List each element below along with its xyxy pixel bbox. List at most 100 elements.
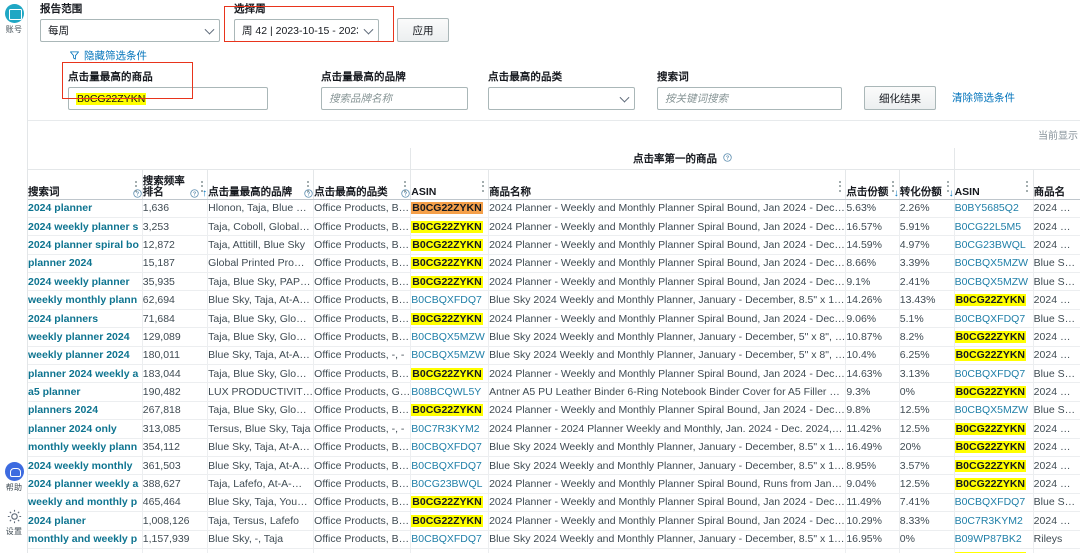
asin-link[interactable]: B0BY5685Q2	[955, 202, 1019, 214]
cell-asin-1[interactable]: B0CG22ZYKN	[410, 217, 489, 237]
asin-link[interactable]: B08BCQWL5Y	[412, 386, 482, 398]
cell-asin-1[interactable]: B0CBQX5MZW	[410, 327, 489, 347]
col-menu-click-share[interactable]	[892, 180, 895, 192]
cell-search-term[interactable]: 2024 planners	[28, 309, 143, 329]
cell-asin-2[interactable]: B0CG22ZYKN	[953, 290, 1034, 310]
top-product-input[interactable]: B0CG22ZYKN	[68, 87, 268, 110]
table-row[interactable]: 2024 weekly planner 35,935 Taja, Blue Sky,…	[28, 272, 1080, 292]
asin-link[interactable]: B0CG22ZYKN	[955, 459, 1026, 472]
asin-link[interactable]: B0CBQX5MZW	[412, 331, 485, 343]
top-category-select[interactable]	[488, 87, 635, 110]
col-header-product-name-2[interactable]: 商品名	[1032, 169, 1080, 200]
cell-asin-2[interactable]: B0CBQX5MZW	[953, 254, 1034, 274]
asin-link[interactable]: B0CG22ZYKN	[955, 330, 1026, 343]
cell-asin-1[interactable]: B0CG23BWQL	[410, 474, 489, 494]
col-header-click-share[interactable]: 点击份额 ↓	[845, 169, 900, 200]
table-row[interactable]: 2024 planner spiral bo 12,872 Taja, Attiti…	[28, 235, 1080, 255]
cell-search-term[interactable]: weekly planner 2024	[28, 346, 143, 366]
cell-asin-1[interactable]: B0CG22ZYKN	[410, 235, 489, 255]
table-row[interactable]: monthly and weekly p 1,157,939 Blue Sky, -…	[28, 530, 1080, 549]
col-header-term[interactable]: 搜索词 ?	[28, 169, 143, 200]
table-row[interactable]: 2024 planer 1,008,126 Taja, Tersus, Lafefo…	[28, 511, 1080, 531]
cell-asin-2[interactable]: B0CBQXFDQ7	[953, 364, 1034, 384]
cell-search-term[interactable]: 2024 planner	[28, 199, 143, 218]
cell-asin-1[interactable]: B0CBQXFDQ7	[410, 456, 489, 476]
asin-link[interactable]: B0CBQX5MZW	[412, 349, 485, 361]
asin-link[interactable]: B0C7R3KYM2	[412, 423, 480, 435]
table-row[interactable]: weekly planner 2024 129,089 Taja, Blue Sky…	[28, 327, 1080, 347]
asin-link[interactable]: B09WP87BK2	[955, 533, 1022, 545]
search-term-input[interactable]: 按关键词搜索	[657, 87, 842, 110]
cell-search-term[interactable]: planner 2024 only	[28, 419, 143, 439]
col-menu-rank[interactable]	[200, 180, 203, 192]
col-menu-category[interactable]	[403, 180, 406, 192]
cell-asin-2[interactable]: B0CBQXFDQ7	[953, 309, 1034, 329]
table-row[interactable]: planner 2024 15,187 Global Printed Pro… Off…	[28, 254, 1080, 274]
cell-asin-1[interactable]: B0CBQXFDQ7	[410, 290, 489, 310]
asin-link[interactable]: B0CBQXFDQ7	[412, 460, 482, 472]
cell-asin-1[interactable]: B0CBQXFDQ7	[410, 530, 489, 549]
col-header-rank[interactable]: 搜索频率排名 ? ↑	[141, 169, 208, 200]
cell-asin-1[interactable]: B0CG22ZYKN	[410, 511, 489, 531]
cell-asin-2[interactable]: B0CG22L5M5	[953, 217, 1034, 237]
cell-search-term[interactable]: planner 2024 weekly a	[28, 364, 143, 384]
cell-search-term[interactable]: planners 2024	[28, 401, 143, 421]
cell-asin-1[interactable]: B0CG22ZYKN	[410, 254, 489, 274]
rail-item-account[interactable]: 账号	[0, 4, 28, 35]
cell-asin-1[interactable]: B0CG22ZYKN	[410, 364, 489, 384]
asin-link[interactable]: B0CG23BWQL	[955, 239, 1026, 251]
refine-results-button[interactable]: 细化结果	[864, 86, 936, 110]
col-header-asin-2[interactable]: ASIN	[953, 169, 1034, 200]
cell-search-term[interactable]: monthly and weekly p	[28, 530, 143, 549]
asin-link[interactable]: B0CBQXFDQ7	[412, 294, 482, 306]
cell-search-term[interactable]: 2024 planer	[28, 511, 143, 531]
asin-link[interactable]: B0CG22ZYKN	[411, 496, 483, 509]
cell-asin-1[interactable]: B0C7R3KYM2	[410, 419, 489, 439]
cell-search-term[interactable]: 2024 planner weekly a	[28, 474, 143, 494]
cell-search-term[interactable]: 2024 weekly planner s	[28, 217, 143, 237]
asin-link[interactable]: B0CBQX5MZW	[955, 257, 1028, 269]
table-row[interactable]: monthly weekly plann 354,112 Blue Sky, Taj…	[28, 438, 1080, 457]
col-menu-brand[interactable]	[306, 180, 309, 192]
table-row[interactable]: planner 2024 weekly a 183,044 Taja, Blue S…	[28, 364, 1080, 384]
asin-link[interactable]: B0CG22ZYKN	[955, 386, 1026, 399]
cell-asin-2[interactable]: B0CBQX5MZW	[953, 401, 1034, 421]
table-row[interactable]: weekly planner 2024 180,011 Blue Sky, Taj…	[28, 346, 1080, 366]
col-header-asin-1[interactable]: ASIN	[410, 169, 489, 200]
asin-link[interactable]: B0CG22L5M5	[955, 221, 1021, 233]
rail-item-help[interactable]: 帮助	[0, 462, 28, 493]
rail-item-settings[interactable]: 设置	[0, 508, 28, 537]
cell-asin-2[interactable]: B0CG22ZYKN	[953, 327, 1034, 347]
col-menu-conversion-share[interactable]	[947, 180, 950, 192]
table-row[interactable]: 2024 planner 1,636 Hlonon, Taja, Blue … Off…	[28, 199, 1080, 218]
asin-link[interactable]: B0CG22ZYKN	[411, 220, 483, 233]
cell-asin-1[interactable]: B0CG22ZYKN	[410, 199, 489, 218]
cell-asin-2[interactable]: B0CG22ZYKN	[953, 438, 1034, 457]
cell-search-term[interactable]: 2024 weekly planner	[28, 272, 143, 292]
report-range-select[interactable]: 每周	[40, 19, 220, 42]
cell-search-term[interactable]: monthly weekly plann	[28, 438, 143, 457]
cell-asin-2[interactable]: B0CG22ZYKN	[953, 346, 1034, 366]
cell-search-term[interactable]: monthly and weekly p	[28, 548, 143, 553]
cell-search-term[interactable]: 2024 planner spiral bo	[28, 235, 143, 255]
table-row[interactable]: planners 2024 267,818 Taja, Blue Sky, Glo……	[28, 401, 1080, 421]
cell-asin-1[interactable]: B0CBQXFDQ7	[410, 548, 489, 553]
top-brand-input[interactable]: 搜索品牌名称	[321, 87, 468, 110]
table-row[interactable]: weekly monthly plann 62,694 Blue Sky, Taja…	[28, 290, 1080, 310]
col-menu-product-name-1[interactable]	[838, 180, 841, 192]
asin-link[interactable]: B0CG22ZYKN	[411, 238, 483, 251]
cell-asin-2[interactable]: B0CG23BWQL	[953, 235, 1034, 255]
asin-link[interactable]: B0CBQXFDQ7	[412, 441, 482, 453]
cell-asin-1[interactable]: B0CBQX5MZW	[410, 346, 489, 366]
cell-asin-2[interactable]: B0BY5685Q2	[953, 199, 1034, 218]
table-row[interactable]: weekly and monthly p 465,464 Blue Sky, Taj…	[28, 493, 1080, 513]
asin-link[interactable]: B0CBQXFDQ7	[412, 533, 482, 545]
table-row[interactable]: 2024 planner weekly a 388,627 Taja, Lafefo…	[28, 474, 1080, 494]
cell-asin-1[interactable]: B0CBQXFDQ7	[410, 438, 489, 457]
table-row[interactable]: a5 planner 190,482 LUX PRODUCTIVIT… Office …	[28, 382, 1080, 402]
asin-link[interactable]: B0CBQXFDQ7	[955, 313, 1025, 325]
asin-link[interactable]: B0CG22ZYKN	[955, 349, 1026, 362]
col-header-category[interactable]: 点击最高的品类 ?	[313, 169, 411, 200]
table-row[interactable]: planner 2024 only 313,085 Tersus, Blue Sky…	[28, 419, 1080, 439]
asin-link[interactable]: B0CG22ZYKN	[411, 367, 483, 380]
